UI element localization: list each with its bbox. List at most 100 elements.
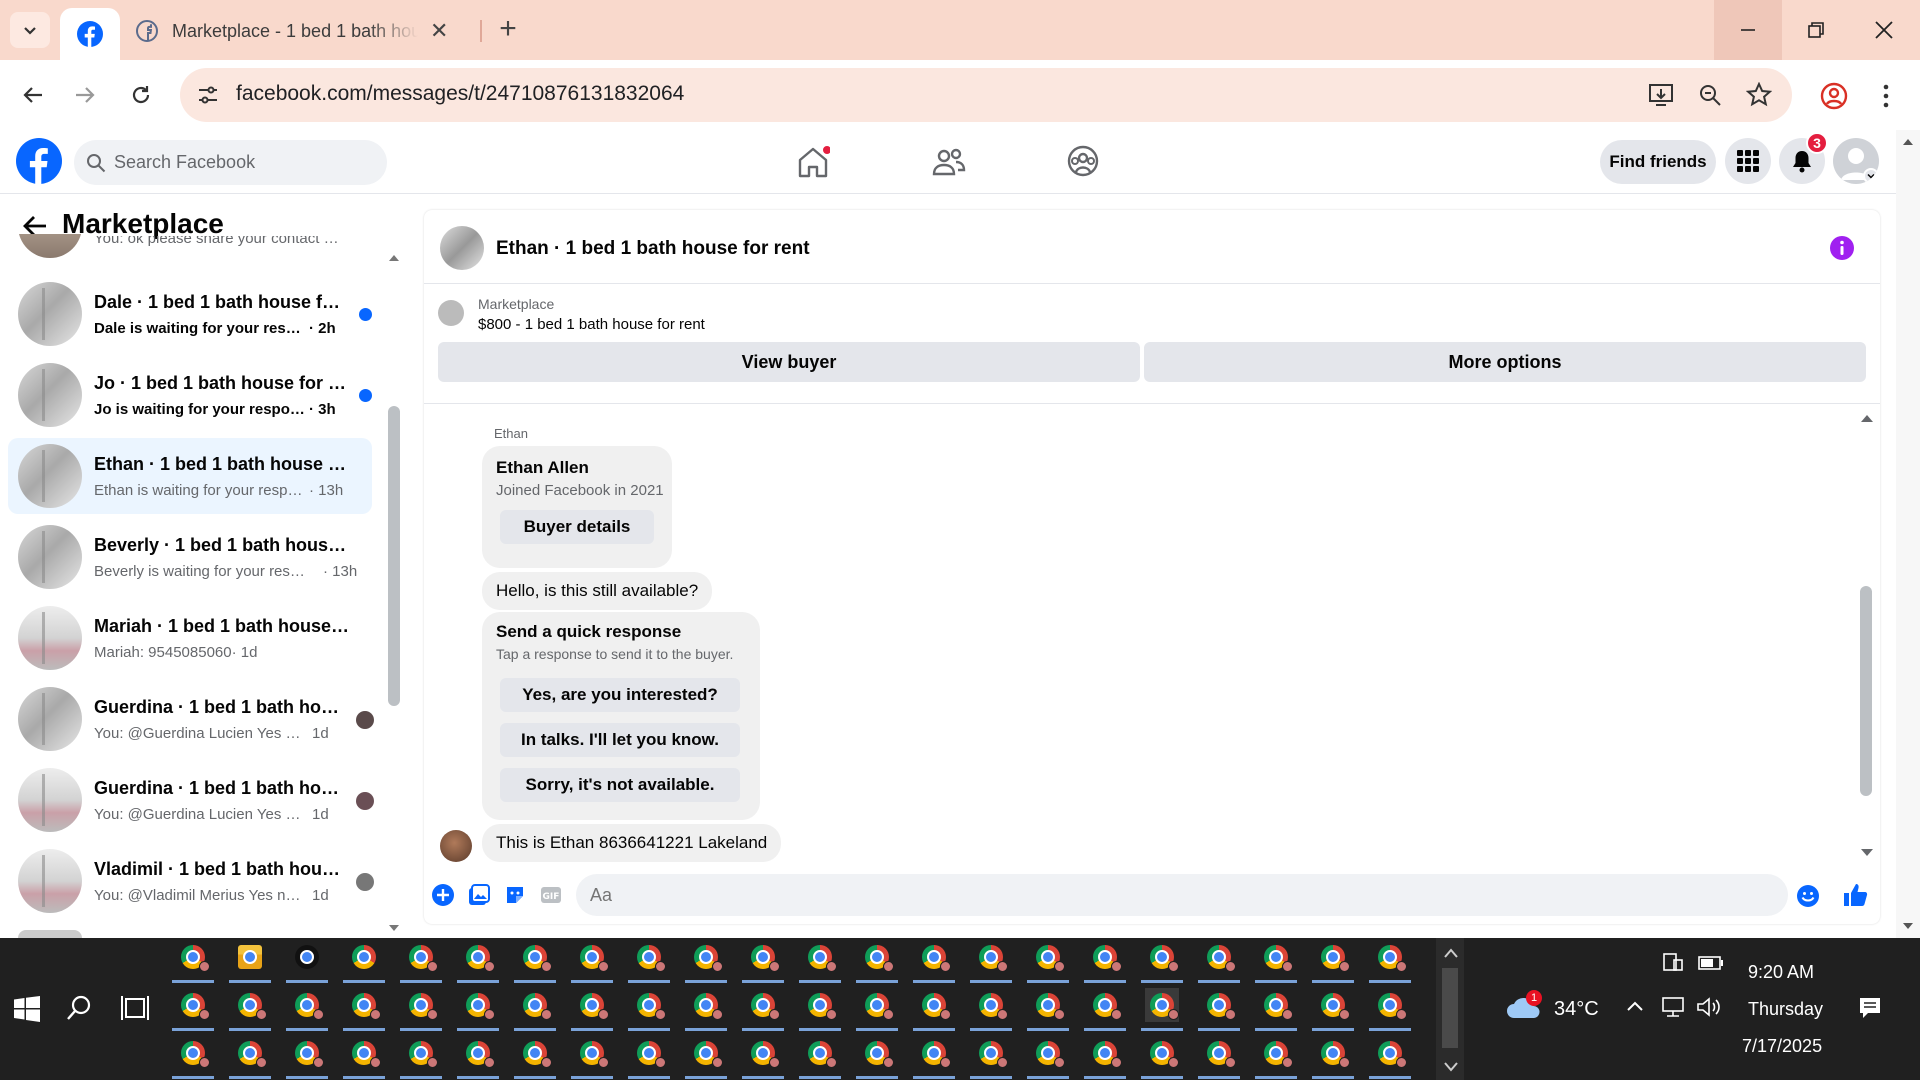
gif-icon[interactable]: GIF	[540, 884, 562, 906]
taskbar-browser-icon[interactable]	[343, 940, 385, 983]
taskbar-browser-icon[interactable]	[172, 1036, 214, 1079]
taskbar-browser-icon[interactable]	[1369, 1036, 1411, 1079]
taskbar-browser-icon[interactable]	[1084, 1036, 1126, 1079]
taskbar-browser-icon[interactable]	[514, 940, 556, 983]
taskbar-browser-icon[interactable]	[1027, 988, 1069, 1031]
conversation-item[interactable]: Guerdina · 1 bed 1 bath house for rent Y…	[8, 681, 374, 757]
chevron-down-icon[interactable]	[1444, 1062, 1458, 1072]
taskbar-browser-icon[interactable]	[229, 1036, 271, 1079]
taskbar-browser-icon[interactable]	[1369, 988, 1411, 1031]
thumbs-up-icon[interactable]	[1842, 882, 1868, 908]
taskbar-browser-icon[interactable]	[1312, 988, 1354, 1031]
taskbar-scroll[interactable]	[1436, 938, 1464, 1080]
taskbar-browser-icon[interactable]	[286, 1036, 328, 1079]
network-icon[interactable]	[1660, 996, 1686, 1018]
taskbar-browser-icon[interactable]	[343, 988, 385, 1031]
taskbar-browser-icon[interactable]	[172, 988, 214, 1031]
taskbar-browser-icon[interactable]	[1084, 940, 1126, 983]
notification-center-icon[interactable]	[1858, 996, 1882, 1020]
account-avatar[interactable]	[1833, 138, 1879, 184]
message-input[interactable]	[576, 874, 1788, 916]
chat-title[interactable]: Ethan · 1 bed 1 bath house for rent	[496, 238, 810, 260]
taskbar-browser-icon[interactable]	[1198, 1036, 1240, 1079]
taskbar-browser-icon[interactable]	[1255, 988, 1297, 1031]
taskbar-browser-icon[interactable]	[856, 1036, 898, 1079]
add-plus-icon[interactable]	[432, 884, 454, 906]
conversation-list-scrollbar[interactable]	[388, 406, 400, 706]
taskbar-browser-icon[interactable]	[1255, 940, 1297, 983]
taskbar-browser-icon[interactable]	[628, 940, 670, 983]
taskbar-browser-icon[interactable]	[229, 940, 271, 983]
taskbar-browser-icon[interactable]	[1141, 988, 1183, 1031]
taskbar-browser-icon[interactable]	[970, 988, 1012, 1031]
friends-icon[interactable]	[932, 146, 966, 178]
taskbar-browser-icon[interactable]	[856, 940, 898, 983]
chevron-up-icon[interactable]	[1626, 1000, 1644, 1012]
menu-kebab-icon[interactable]	[1876, 82, 1896, 110]
conversation-item[interactable]: Dale · 1 bed 1 bath house for rent Dale …	[8, 276, 372, 352]
conversation-item[interactable]: Mariah · 1 bed 1 bath house for rent Mar…	[8, 600, 372, 676]
taskbar-browser-icon[interactable]	[571, 940, 613, 983]
zoom-icon[interactable]	[1698, 83, 1722, 107]
taskbar-browser-icon[interactable]	[685, 1036, 727, 1079]
temperature[interactable]: 34°C	[1554, 998, 1599, 1021]
taskbar-browser-icon[interactable]	[1198, 988, 1240, 1031]
taskbar-browser-icon[interactable]	[172, 940, 214, 983]
taskbar-browser-icon[interactable]	[913, 1036, 955, 1079]
restore-button[interactable]	[1782, 0, 1850, 60]
minimize-button[interactable]	[1714, 0, 1782, 60]
taskbar-browser-icon[interactable]	[799, 1036, 841, 1079]
notifications-button[interactable]: 3	[1779, 132, 1828, 184]
emoji-icon[interactable]	[1796, 884, 1820, 908]
taskbar-browser-icon[interactable]	[742, 988, 784, 1031]
conversation-item[interactable]: Guerdina · 1 bed 1 bath house for rent Y…	[8, 762, 374, 838]
taskbar-browser-icon[interactable]	[970, 940, 1012, 983]
url-text[interactable]: facebook.com/messages/t/2471087613183206…	[236, 82, 684, 106]
device-icon[interactable]	[1662, 952, 1684, 972]
home-icon[interactable]	[796, 146, 830, 178]
tab-search-button[interactable]	[10, 12, 50, 48]
taskbar-scroll-thumb[interactable]	[1442, 968, 1458, 1048]
taskbar-browser-icon[interactable]	[628, 1036, 670, 1079]
taskbar-browser-icon[interactable]	[913, 940, 955, 983]
menu-button[interactable]	[1725, 138, 1771, 184]
taskbar-browser-icon[interactable]	[400, 1036, 442, 1079]
tab-facebook-active[interactable]	[60, 8, 120, 60]
taskbar-browser-icon[interactable]	[400, 988, 442, 1031]
taskbar-browser-icon[interactable]	[1312, 1036, 1354, 1079]
taskbar-browser-icon[interactable]	[571, 988, 613, 1031]
taskbar-browser-icon[interactable]	[400, 940, 442, 983]
taskbar-browser-icon[interactable]	[742, 1036, 784, 1079]
taskbar-browser-icon[interactable]	[514, 1036, 556, 1079]
conversation-item[interactable]: Jo · 1 bed 1 bath house for rent Jo is w…	[8, 357, 372, 433]
taskbar-browser-icon[interactable]	[856, 988, 898, 1031]
volume-icon[interactable]	[1696, 996, 1722, 1018]
scroll-up-icon[interactable]	[388, 254, 400, 262]
taskbar-browser-icon[interactable]	[1198, 940, 1240, 983]
taskbar-browser-icon[interactable]	[457, 1036, 499, 1079]
taskbar-browser-icon[interactable]	[685, 940, 727, 983]
quick-response-yes[interactable]: Yes, are you interested?	[500, 678, 740, 712]
conversation-item[interactable]: Vladimil · 1 bed 1 bath house for rent Y…	[8, 843, 374, 919]
taskbar-browser-icon[interactable]	[1141, 1036, 1183, 1079]
scroll-down-icon[interactable]	[388, 924, 400, 932]
taskbar-browser-icon[interactable]	[1084, 988, 1126, 1031]
find-friends-button[interactable]: Find friends	[1600, 140, 1716, 184]
taskbar-browser-icon[interactable]	[571, 1036, 613, 1079]
conversation-item[interactable]: Beverly · 1 bed 1 bath house for rent Be…	[8, 519, 372, 595]
taskbar-browser-icon[interactable]	[457, 940, 499, 983]
taskbar-browser-icon[interactable]	[742, 940, 784, 983]
scroll-up-icon[interactable]	[1860, 414, 1874, 423]
close-window-button[interactable]	[1850, 0, 1918, 60]
sticker-icon[interactable]	[504, 884, 526, 906]
taskbar-browser-icon[interactable]	[286, 988, 328, 1031]
taskbar-browser-icon[interactable]	[1255, 1036, 1297, 1079]
forward-button[interactable]	[68, 78, 102, 112]
taskbar-browser-icon[interactable]	[685, 988, 727, 1031]
chat-scrollbar[interactable]	[1860, 586, 1872, 796]
task-view-icon[interactable]	[120, 994, 150, 1022]
facebook-logo-icon[interactable]	[16, 138, 62, 184]
clock-time[interactable]: 9:20 AM	[1748, 962, 1814, 983]
address-bar[interactable]: facebook.com/messages/t/2471087613183206…	[180, 68, 1792, 122]
taskbar-browser-icon[interactable]	[286, 940, 328, 983]
